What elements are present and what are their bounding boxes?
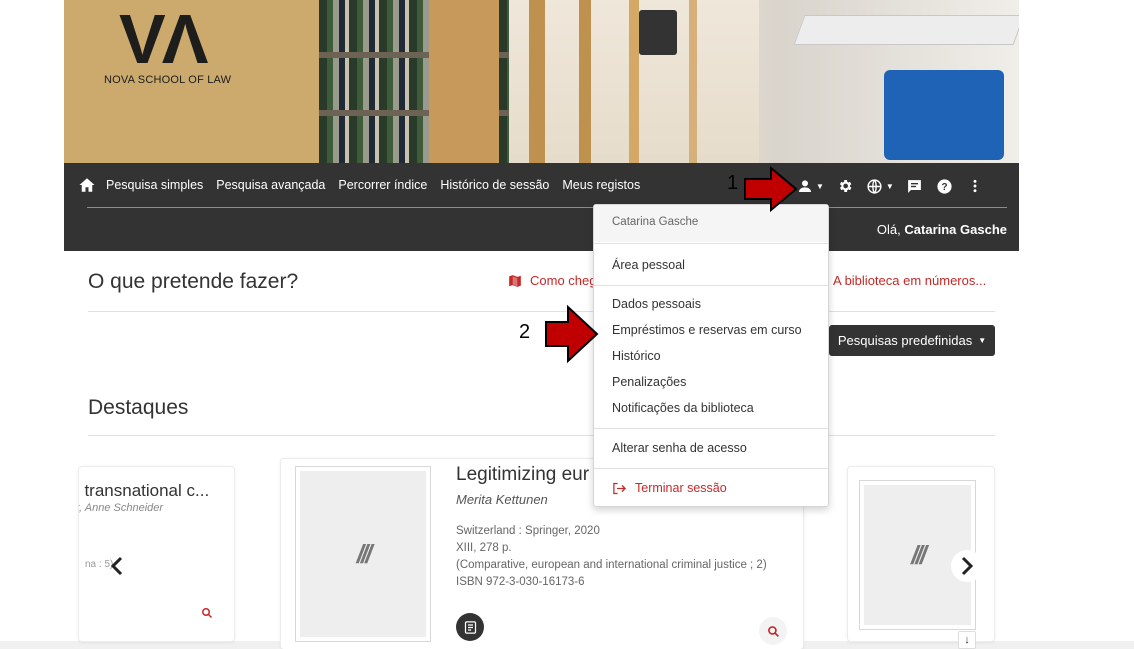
book-pages: XIII, 278 p. [456, 542, 512, 554]
home-icon[interactable] [78, 176, 96, 194]
highlights-heading: Destaques [88, 396, 189, 419]
main-navbar: Pesquisa simples Pesquisa avançada Perco… [64, 163, 1019, 208]
cover-placeholder-icon: /// [911, 539, 927, 570]
help-icon[interactable]: ? [934, 175, 956, 197]
book-title[interactable]: Legitimizing eur [456, 464, 589, 486]
book-meta: Switzerland : Springer, 2020 XIII, 278 p… [456, 523, 767, 591]
search-icon[interactable] [201, 607, 217, 623]
chat-icon[interactable] [904, 175, 926, 197]
predefined-searches-button[interactable]: Pesquisas predefinidas ▼ [829, 325, 995, 356]
user-bar: Olá, Catarina Gasche [64, 208, 1019, 251]
nav-link-my-records[interactable]: Meus registos [562, 178, 640, 192]
carousel-next-button[interactable] [951, 550, 983, 582]
chevron-left-icon [110, 556, 123, 576]
gear-icon[interactable] [834, 175, 856, 197]
svg-text:?: ? [942, 182, 948, 193]
dropdown-separator [594, 468, 828, 469]
logo-mark: VΛ [119, 0, 208, 78]
hero-table [793, 15, 1019, 45]
dropdown-separator [594, 243, 828, 244]
annotation-arrow-right-icon [545, 304, 599, 364]
hero-banner: VΛ NOVA SCHOOL OF LAW [64, 0, 1019, 163]
book-series: (Comparative, european and international… [456, 559, 767, 571]
menu-item-change-password[interactable]: Alterar senha de acesso [612, 441, 747, 455]
page-question: O que pretende fazer? [88, 270, 299, 293]
nav-icons: ▼ ▼ ? [794, 174, 994, 198]
map-icon [509, 274, 521, 287]
more-vert-icon[interactable] [964, 175, 986, 197]
menu-item-personal-area[interactable]: Área pessoal [612, 258, 685, 272]
book-author: r, Anne Schneider [78, 502, 164, 514]
library-stats-link[interactable]: A biblioteca em números... [833, 273, 986, 288]
highlights-divider [88, 435, 995, 436]
arrow-down-icon[interactable]: ↓ [958, 631, 976, 649]
menu-item-personal-data[interactable]: Dados pessoais [612, 297, 701, 311]
book-title[interactable]: ı transnational c... [79, 481, 209, 501]
nav-link-simple-search[interactable]: Pesquisa simples [106, 178, 203, 192]
carousel-prev-button[interactable] [101, 550, 133, 582]
annotation-step-1: 1 [727, 172, 739, 194]
navbar-divider [87, 207, 1007, 208]
menu-item-history[interactable]: Histórico [612, 349, 661, 363]
section-divider [88, 311, 995, 312]
user-dropdown-menu: Catarina Gasche Área pessoal Dados pesso… [593, 204, 829, 507]
user-caret-icon[interactable]: ▼ [816, 182, 824, 191]
nav-link-session-history[interactable]: Histórico de sessão [440, 178, 549, 192]
dropdown-separator [594, 428, 828, 429]
nav-links: Pesquisa simples Pesquisa avançada Perco… [106, 178, 653, 192]
nav-link-advanced-search[interactable]: Pesquisa avançada [216, 178, 325, 192]
annotation-step-2: 2 [519, 321, 531, 343]
logo-area: VΛ NOVA SCHOOL OF LAW [64, 0, 319, 163]
book-isbn: ISBN 972-3-030-16173-6 [456, 576, 585, 588]
book-cover-placeholder[interactable]: /// [296, 467, 430, 641]
book-author: Merita Kettunen [456, 492, 548, 507]
chevron-right-icon [961, 556, 974, 576]
search-icon[interactable] [759, 617, 787, 645]
chevron-down-icon: ▼ [978, 336, 987, 345]
record-details-icon[interactable] [456, 613, 484, 641]
menu-item-penalties[interactable]: Penalizações [612, 375, 686, 389]
hero-pillar [429, 0, 499, 163]
logout-icon [613, 482, 627, 494]
predefined-searches-label: Pesquisas predefinidas [837, 333, 973, 348]
dropdown-separator [594, 285, 828, 286]
hero-chair [884, 70, 1004, 160]
globe-icon[interactable] [864, 175, 886, 197]
cover-placeholder-icon: /// [356, 538, 373, 569]
menu-item-logout[interactable]: Terminar sessão [612, 481, 727, 495]
book-card-left[interactable]: ı transnational c... r, Anne Schneider n… [78, 466, 235, 642]
logout-label: Terminar sessão [635, 481, 727, 495]
globe-caret-icon[interactable]: ▼ [886, 182, 894, 191]
annotation-arrow-right-icon [744, 165, 798, 213]
menu-item-loans-reservations[interactable]: Empréstimos e reservas em curso [612, 323, 802, 337]
user-greeting: Olá, Catarina Gasche [876, 222, 1007, 237]
book-publisher: Switzerland : Springer, 2020 [456, 525, 600, 537]
logo-text: NOVA SCHOOL OF LAW [104, 74, 232, 86]
hero-aisle [509, 0, 759, 163]
nav-link-browse-index[interactable]: Percorrer índice [338, 178, 427, 192]
menu-item-notifications[interactable]: Notificações da biblioteca [612, 401, 754, 415]
